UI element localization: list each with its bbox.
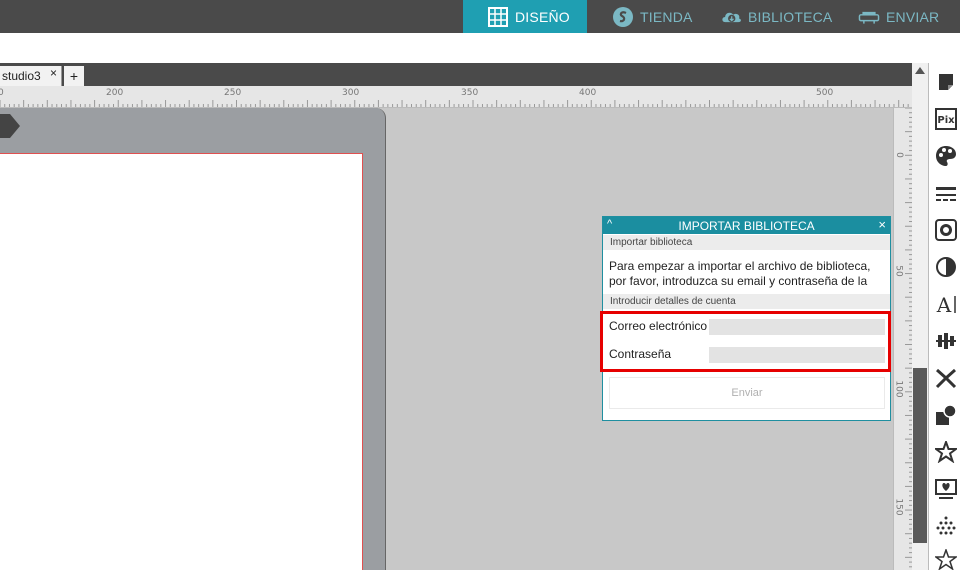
tab-enviar-label: ENVIAR (886, 8, 940, 25)
cloud-download-icon (720, 6, 742, 28)
fill-color-icon[interactable] (933, 143, 959, 169)
design-page[interactable] (0, 153, 363, 570)
import-library-dialog: ^ IMPORTAR BIBLIOTECA × Importar bibliot… (600, 216, 891, 421)
vertical-ruler: 0 50 100 150 (893, 108, 912, 570)
library-icon[interactable] (933, 476, 959, 502)
replicate-icon[interactable] (933, 365, 959, 391)
ruler-label: 500 (816, 88, 834, 98)
page-setup-icon[interactable] (933, 69, 959, 95)
scroll-up-arrow-icon[interactable] (915, 67, 925, 74)
dialog-description: Para empezar a importar el archivo de bi… (609, 259, 871, 288)
modify-icon[interactable] (933, 402, 959, 428)
close-icon[interactable]: × (878, 217, 886, 232)
document-tab-bar: studio3 × + (0, 63, 928, 86)
ruler-label: 400 (579, 88, 597, 98)
text-style-icon[interactable]: A (933, 291, 959, 317)
ruler-label: 300 (342, 88, 360, 98)
credentials-highlight-box (600, 311, 891, 372)
ruler-label: 150 (893, 498, 904, 516)
dialog-title-bar: ^ IMPORTAR BIBLIOTECA × (603, 217, 890, 234)
ruler-label: 250 (224, 88, 242, 98)
tab-biblioteca[interactable]: BIBLIOTECA (720, 0, 840, 33)
ruler-label: 200 (106, 88, 124, 98)
vertical-scrollbar[interactable] (912, 63, 928, 570)
right-panel-icon-bar: Pix A (928, 63, 960, 570)
svg-text:A: A (936, 293, 952, 315)
ruler-label: 100 (893, 380, 904, 398)
outline-star-icon[interactable] (933, 547, 959, 570)
canvas-area[interactable]: ^ IMPORTAR BIBLIOTECA × Importar bibliot… (0, 108, 893, 570)
star-icon[interactable] (933, 439, 959, 465)
svg-text:Pix: Pix (937, 115, 955, 126)
pixscan-icon[interactable]: Pix (933, 106, 959, 132)
top-nav-bar: DISEÑO TIENDA BIBLIOTECA ENVIAR (0, 0, 960, 33)
tab-tienda[interactable]: TIENDA (612, 0, 702, 33)
collapse-icon[interactable]: ^ (607, 218, 612, 230)
silhouette-store-icon (612, 6, 634, 28)
tab-diseno-label: DISEÑO (515, 8, 570, 25)
close-tab-icon[interactable]: × (50, 66, 57, 80)
ruler-label: 0 (0, 88, 4, 98)
transparency-icon[interactable] (933, 254, 959, 280)
tab-biblioteca-label: BIBLIOTECA (748, 8, 833, 25)
ruler-label: 350 (461, 88, 479, 98)
tab-tienda-label: TIENDA (640, 8, 693, 25)
cutting-mat (0, 108, 386, 570)
section-header-import: Importar biblioteca (603, 235, 890, 250)
send-button[interactable]: Enviar (609, 377, 885, 409)
section-header-account-details: Introducir detalles de cuenta (603, 294, 890, 309)
cutter-icon (858, 6, 880, 28)
image-effects-icon[interactable] (933, 217, 959, 243)
feed-direction-arrow-icon (0, 114, 20, 138)
ruler-label: 50 (893, 265, 904, 277)
ruler-label: 0 (893, 152, 904, 158)
align-icon[interactable] (933, 328, 959, 354)
horizontal-ruler: 0 200 250 300 350 400 500 (0, 86, 912, 108)
sketch-icon[interactable] (933, 513, 959, 539)
tab-enviar[interactable]: ENVIAR (858, 0, 960, 33)
scrollbar-thumb[interactable] (913, 368, 927, 543)
document-tab-label: studio3 (2, 69, 41, 83)
grid-icon (487, 6, 509, 28)
tab-diseno[interactable]: DISEÑO (463, 0, 587, 33)
add-tab-button[interactable]: + (64, 66, 84, 86)
toolbar-strip (0, 33, 960, 63)
line-style-icon[interactable] (933, 180, 959, 206)
dialog-title: IMPORTAR BIBLIOTECA (678, 218, 815, 233)
